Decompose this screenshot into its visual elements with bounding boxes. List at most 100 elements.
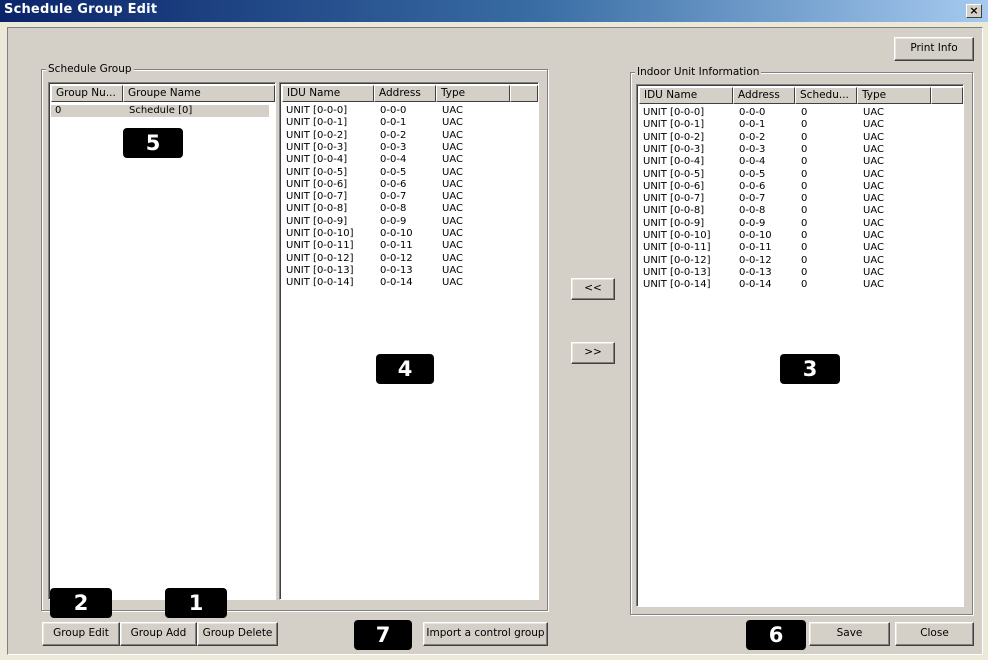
idu-address: 0-0-8: [380, 203, 407, 215]
idu-schedule: 0: [801, 180, 808, 192]
idu-name: UNIT [0-0-11]: [643, 242, 711, 254]
close-window-button[interactable]: ×: [966, 4, 982, 18]
idu-name: UNIT [0-0-9]: [286, 215, 348, 227]
idu-row[interactable]: UNIT [0-0-7] 0-0-7 UAC: [282, 191, 522, 203]
idu-row[interactable]: UNIT [0-0-5] 0-0-5 UAC: [282, 167, 522, 179]
idu-row[interactable]: UNIT [0-0-2] 0-0-2 UAC: [282, 130, 522, 142]
idu-row[interactable]: UNIT [0-0-4] 0-0-4 UAC: [282, 154, 522, 166]
idu-type: UAC: [442, 117, 463, 129]
indoor-unit-row[interactable]: UNIT [0-0-12] 0-0-12 0 UAC: [639, 255, 939, 267]
idu-row[interactable]: UNIT [0-0-13] 0-0-13 UAC: [282, 265, 522, 277]
idu-row[interactable]: UNIT [0-0-1] 0-0-1 UAC: [282, 117, 522, 129]
indoor-unit-row[interactable]: UNIT [0-0-7] 0-0-7 0 UAC: [639, 193, 939, 205]
indoor-unit-row[interactable]: UNIT [0-0-9] 0-0-9 0 UAC: [639, 218, 939, 230]
indoor-unit-row[interactable]: UNIT [0-0-0] 0-0-0 0 UAC: [639, 107, 939, 119]
column-header-schedule[interactable]: Schedu...: [795, 87, 857, 104]
idu-name: UNIT [0-0-1]: [643, 119, 705, 131]
title-bar: Schedule Group Edit ×: [0, 0, 988, 22]
indoor-unit-row[interactable]: UNIT [0-0-10] 0-0-10 0 UAC: [639, 230, 939, 242]
save-button[interactable]: Save: [809, 622, 890, 646]
idu-name: UNIT [0-0-14]: [643, 279, 711, 291]
column-header-group-number[interactable]: Group Nu...: [51, 85, 123, 102]
column-header-filler: [510, 85, 538, 102]
indoor-unit-row[interactable]: UNIT [0-0-1] 0-0-1 0 UAC: [639, 119, 939, 131]
idu-row[interactable]: UNIT [0-0-0] 0-0-0 UAC: [282, 105, 522, 117]
callout-badge-1: 1: [165, 588, 227, 618]
idu-type: UAC: [442, 129, 463, 141]
move-left-button[interactable]: <<: [571, 278, 615, 300]
idu-row[interactable]: UNIT [0-0-6] 0-0-6 UAC: [282, 179, 522, 191]
idu-type: UAC: [863, 156, 884, 168]
indoor-unit-row[interactable]: UNIT [0-0-13] 0-0-13 0 UAC: [639, 267, 939, 279]
idu-row[interactable]: UNIT [0-0-11] 0-0-11 UAC: [282, 240, 522, 252]
idu-type: UAC: [442, 178, 463, 190]
move-right-button[interactable]: >>: [571, 342, 615, 364]
group-row[interactable]: 0 Schedule [0]: [51, 105, 269, 117]
idu-address: 0-0-12: [380, 252, 413, 264]
indoor-unit-row[interactable]: UNIT [0-0-2] 0-0-2 0 UAC: [639, 132, 939, 144]
group-list[interactable]: Group Nu... Groupe Name 0 Schedule [0]: [48, 82, 276, 600]
idu-name: UNIT [0-0-7]: [286, 191, 348, 203]
idu-name: UNIT [0-0-13]: [286, 264, 354, 276]
idu-type: UAC: [442, 277, 463, 289]
import-control-group-button[interactable]: Import a control group: [423, 622, 548, 646]
idu-address: 0-0-6: [380, 178, 407, 190]
idu-row[interactable]: UNIT [0-0-8] 0-0-8 UAC: [282, 203, 522, 215]
idu-type: UAC: [863, 193, 884, 205]
idu-address: 0-0-10: [380, 228, 413, 239]
idu-schedule: 0: [801, 156, 808, 168]
idu-name: UNIT [0-0-13]: [643, 266, 711, 278]
indoor-unit-row[interactable]: UNIT [0-0-11] 0-0-11 0 UAC: [639, 242, 939, 254]
idu-row[interactable]: UNIT [0-0-9] 0-0-9 UAC: [282, 216, 522, 228]
column-header-type[interactable]: Type: [436, 85, 510, 102]
idu-row[interactable]: UNIT [0-0-14] 0-0-14 UAC: [282, 277, 522, 289]
indoor-unit-row[interactable]: UNIT [0-0-5] 0-0-5 0 UAC: [639, 169, 939, 181]
idu-address: 0-0-1: [739, 119, 766, 131]
idu-address: 0-0-10: [739, 230, 772, 241]
column-header-address[interactable]: Address: [374, 85, 436, 102]
window-title: Schedule Group Edit: [4, 2, 158, 17]
idu-address: 0-0-14: [739, 279, 772, 291]
idu-type: UAC: [442, 154, 463, 166]
idu-type: UAC: [442, 105, 463, 116]
idu-name: UNIT [0-0-8]: [286, 203, 348, 215]
indoor-unit-row[interactable]: UNIT [0-0-14] 0-0-14 0 UAC: [639, 279, 939, 291]
idu-type: UAC: [863, 143, 884, 155]
idu-address: 0-0-2: [739, 131, 766, 143]
idu-schedule: 0: [801, 143, 808, 155]
idu-row[interactable]: UNIT [0-0-3] 0-0-3 UAC: [282, 142, 522, 154]
group-idu-list[interactable]: IDU Name Address Type UNIT [0-0-0] 0-0-0 U…: [279, 82, 539, 600]
indoor-unit-list[interactable]: IDU Name Address Schedu... Type UNIT [0-…: [636, 84, 964, 607]
idu-row[interactable]: UNIT [0-0-10] 0-0-10 UAC: [282, 228, 522, 240]
indoor-unit-row[interactable]: UNIT [0-0-4] 0-0-4 0 UAC: [639, 156, 939, 168]
indoor-unit-row[interactable]: UNIT [0-0-3] 0-0-3 0 UAC: [639, 144, 939, 156]
idu-schedule: 0: [801, 205, 808, 217]
idu-name: UNIT [0-0-7]: [643, 193, 705, 205]
group-delete-button[interactable]: Group Delete: [197, 622, 278, 646]
idu-type: UAC: [863, 107, 884, 118]
indoor-unit-row[interactable]: UNIT [0-0-6] 0-0-6 0 UAC: [639, 181, 939, 193]
idu-address: 0-0-8: [739, 205, 766, 217]
indoor-unit-row[interactable]: UNIT [0-0-8] 0-0-8 0 UAC: [639, 205, 939, 217]
print-info-button[interactable]: Print Info: [894, 37, 974, 61]
column-header-idu-name[interactable]: IDU Name: [639, 87, 733, 104]
column-header-group-name[interactable]: Groupe Name: [123, 85, 275, 102]
group-add-button[interactable]: Group Add: [120, 622, 197, 646]
column-header-address[interactable]: Address: [733, 87, 795, 104]
column-header-idu-name[interactable]: IDU Name: [282, 85, 374, 102]
idu-address: 0-0-1: [380, 117, 407, 129]
idu-type: UAC: [863, 279, 884, 291]
idu-name: UNIT [0-0-6]: [643, 180, 705, 192]
idu-type: UAC: [442, 166, 463, 178]
schedule-group-label: Schedule Group: [46, 63, 134, 75]
group-edit-button[interactable]: Group Edit: [42, 622, 120, 646]
idu-type: UAC: [863, 205, 884, 217]
idu-address: 0-0-7: [380, 191, 407, 203]
callout-badge-2: 2: [50, 588, 112, 618]
idu-row[interactable]: UNIT [0-0-12] 0-0-12 UAC: [282, 253, 522, 265]
column-header-type[interactable]: Type: [857, 87, 931, 104]
idu-schedule: 0: [801, 279, 808, 291]
idu-name: UNIT [0-0-10]: [286, 228, 354, 239]
close-button[interactable]: Close: [895, 622, 974, 646]
idu-name: UNIT [0-0-2]: [286, 129, 348, 141]
